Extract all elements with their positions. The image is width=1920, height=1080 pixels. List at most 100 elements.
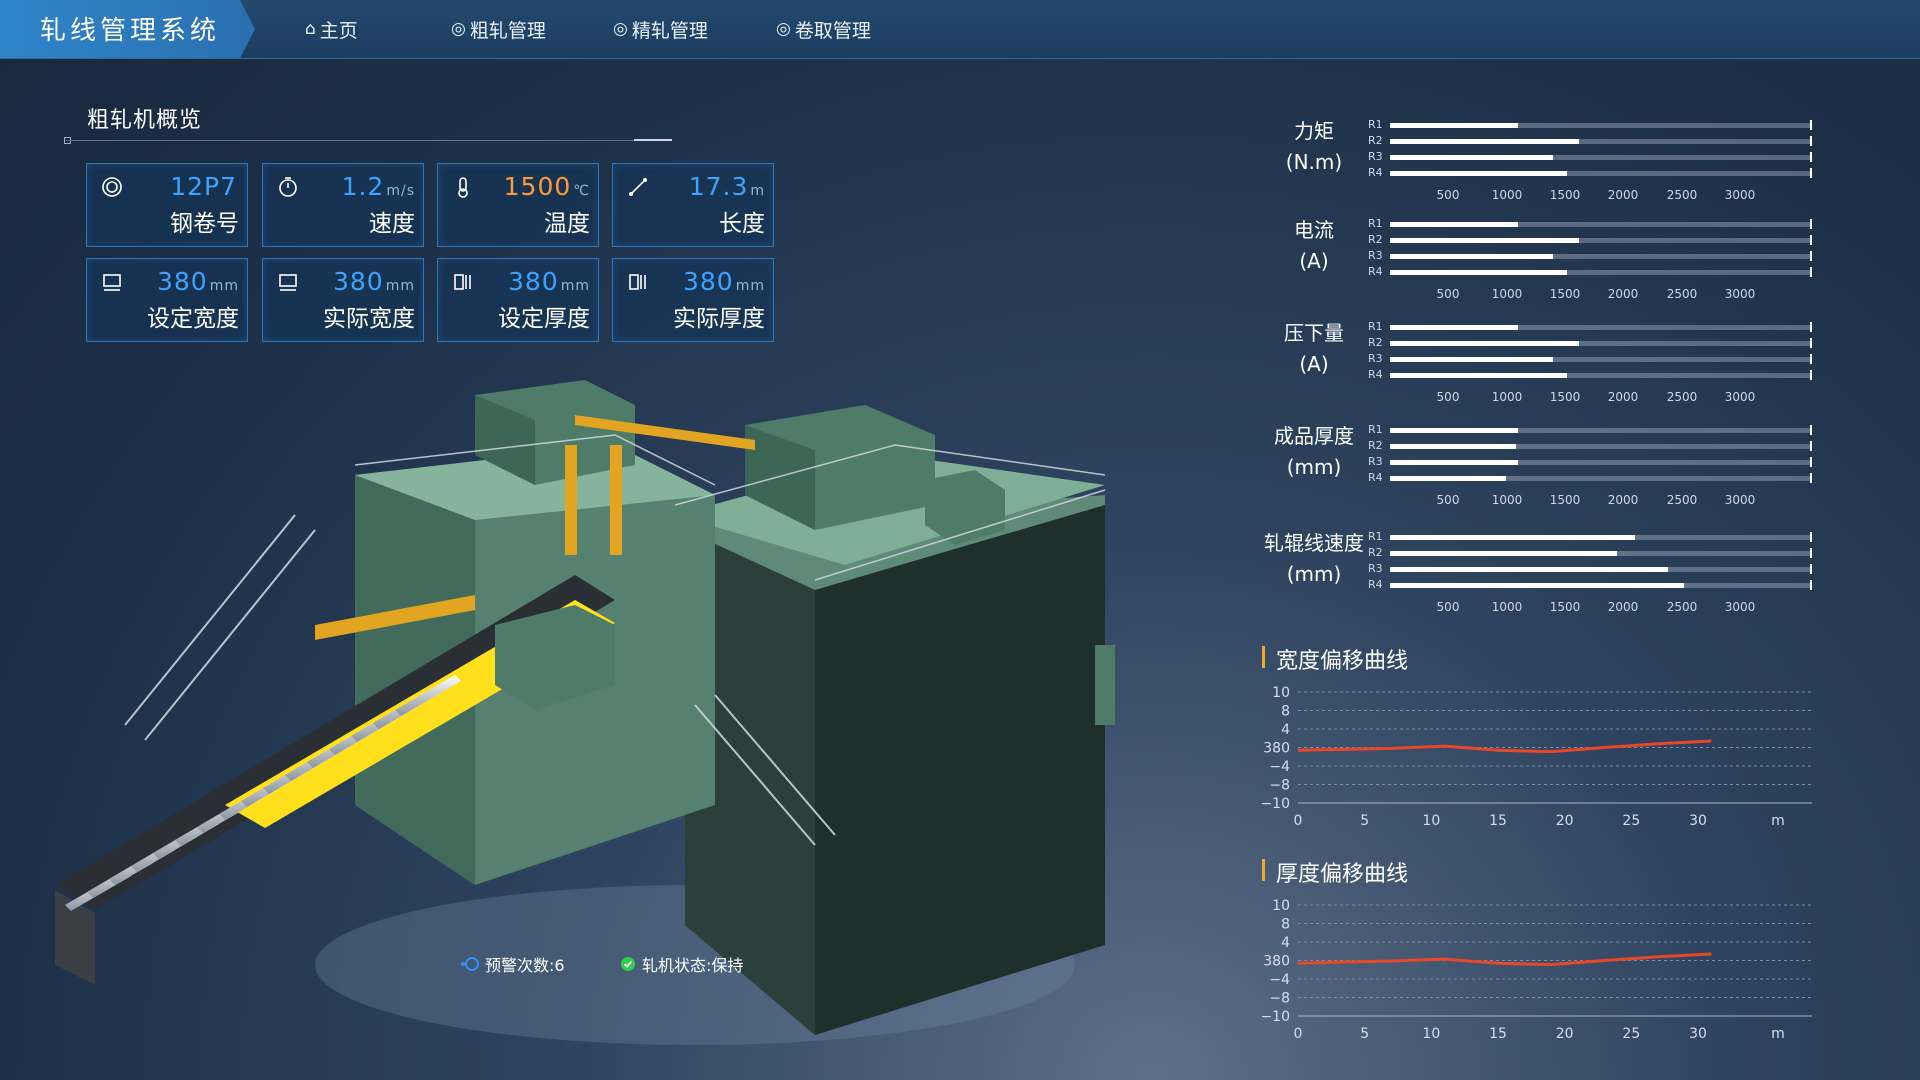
- bar-fill: [1390, 460, 1518, 465]
- overview-title: 粗轧机概览: [87, 108, 203, 133]
- bar-row: R1: [1368, 217, 1828, 231]
- bar-fill: [1390, 155, 1553, 160]
- bar-category: R4: [1368, 368, 1383, 381]
- bar-row: R3: [1368, 562, 1828, 576]
- bar-end-marker: [1810, 152, 1812, 162]
- bar-row: R2: [1368, 546, 1828, 560]
- card-value: 380 mm: [333, 267, 415, 296]
- overview-card-2: 1500 ℃ 温度: [437, 163, 599, 247]
- bar-chart-title: 压下量 (A): [1284, 321, 1344, 376]
- bar-chart-1: 电流 (A) R1 R2 R3 R4 500 1000 1500 2000 2500 3000: [1260, 215, 1820, 315]
- card-label: 实际宽度: [323, 306, 415, 332]
- bar-category: R1: [1368, 118, 1383, 131]
- bar-tick-label: 2000: [1607, 600, 1639, 614]
- bar-fill: [1390, 270, 1567, 275]
- bar-tick-label: 1000: [1491, 493, 1523, 507]
- x-tick-label: 10: [1422, 1026, 1440, 1042]
- bar-tick-label: 1000: [1491, 287, 1523, 301]
- card-label: 设定厚度: [498, 306, 590, 332]
- bar-end-marker: [1810, 120, 1812, 130]
- y-tick-label: 10: [1272, 685, 1290, 701]
- bar-end-marker: [1810, 322, 1812, 332]
- warning-dot-icon: [461, 957, 479, 971]
- bar-fill: [1390, 139, 1579, 144]
- bar-row: R4: [1368, 265, 1828, 279]
- nav-finish-rolling-label: 精轧管理: [631, 19, 708, 42]
- bar-category: R3: [1368, 249, 1383, 262]
- bar-tick-label: 1500: [1549, 188, 1581, 202]
- card-value: 1.2 m/s: [341, 172, 415, 201]
- bar-fill: [1390, 238, 1579, 243]
- stopwatch-icon: [279, 177, 297, 197]
- overview-card-0: 12P7 钢卷号: [86, 163, 248, 247]
- bar-tick-label: 500: [1436, 493, 1460, 507]
- bar-tick-label: 3000: [1724, 188, 1756, 202]
- bar-category: R2: [1368, 336, 1383, 349]
- y-tick-label: −10: [1262, 796, 1290, 812]
- bar-end-marker: [1810, 580, 1812, 590]
- thickness-offset-title: 厚度偏移曲线: [1262, 856, 1408, 888]
- check-circle-icon: [621, 957, 635, 971]
- bar-category: R4: [1368, 471, 1383, 484]
- x-tick-label: 30: [1689, 1026, 1707, 1042]
- overview-card-6: 380 mm 设定厚度: [437, 258, 599, 342]
- bar-end-marker: [1810, 370, 1812, 380]
- bar-tick-label: 2000: [1607, 188, 1639, 202]
- x-tick-label: 0: [1294, 813, 1303, 829]
- x-tick-label: 25: [1622, 813, 1640, 829]
- bar-end-marker: [1810, 425, 1812, 435]
- finish-rolling-icon: ◎: [613, 19, 628, 39]
- bar-category: R3: [1368, 562, 1383, 575]
- nav-rough-rolling[interactable]: ◎ 粗轧管理: [451, 0, 546, 58]
- bar-chart-title: 力矩 (N.m): [1285, 119, 1343, 174]
- bar-category: R2: [1368, 233, 1383, 246]
- coil-icon: [102, 177, 122, 197]
- mill-state-text: 轧机状态:保持: [642, 956, 744, 975]
- bar-tick-label: 500: [1436, 390, 1460, 404]
- thickness-offset-chart: 10 8 4 380 −4 −8 −100 5 10 15 20 25 30 m: [1262, 898, 1812, 1042]
- bar-fill: [1390, 357, 1553, 362]
- overview-card-4: 380 mm 设定宽度: [86, 258, 248, 342]
- card-value: 17.3 m: [688, 172, 765, 201]
- thickness-icon: [454, 274, 471, 290]
- bar-tick-label: 3000: [1724, 287, 1756, 301]
- bar-fill: [1390, 325, 1518, 330]
- y-tick-label: 8: [1281, 704, 1290, 720]
- x-tick-label: 30: [1689, 813, 1707, 829]
- bar-chart-title: 成品厚度 (mm): [1274, 424, 1354, 479]
- card-value: 380 mm: [683, 267, 765, 296]
- bar-row: R3: [1368, 455, 1828, 469]
- card-label: 温度: [544, 211, 590, 237]
- bar-fill: [1390, 341, 1579, 346]
- bar-end-marker: [1810, 354, 1812, 364]
- width-icon: [279, 274, 297, 291]
- card-value: 1500 ℃: [503, 172, 590, 201]
- bar-row: R2: [1368, 134, 1828, 148]
- top-bar: 轧线管理系统 ⌂ 主页 ◎ 粗轧管理 ◎ 精轧管理 ◎ 卷取管理: [0, 0, 1920, 59]
- home-icon: ⌂: [305, 19, 316, 39]
- bar-chart-0: 力矩 (N.m) R1 R2 R3 R4 500 1000 1500 2000 2500 3000: [1260, 116, 1820, 216]
- y-tick-label: 10: [1272, 898, 1290, 914]
- bar-category: R1: [1368, 530, 1383, 543]
- bar-fill: [1390, 222, 1518, 227]
- bar-end-marker: [1810, 532, 1812, 542]
- x-tick-label: 15: [1489, 813, 1507, 829]
- bar-fill: [1390, 535, 1635, 540]
- nav-finish-rolling[interactable]: ◎ 精轧管理: [613, 0, 708, 58]
- bar-tick-label: 2500: [1666, 390, 1698, 404]
- card-label: 设定宽度: [147, 306, 239, 332]
- bar-tick-label: 3000: [1724, 600, 1756, 614]
- x-tick-label: 0: [1294, 1026, 1303, 1042]
- card-label: 速度: [369, 211, 415, 237]
- bar-category: R1: [1368, 423, 1383, 436]
- width-icon: [103, 274, 121, 291]
- bar-end-marker: [1810, 251, 1812, 261]
- nav-coiling[interactable]: ◎ 卷取管理: [776, 0, 871, 58]
- bar-fill: [1390, 551, 1617, 556]
- nav-home[interactable]: ⌂ 主页: [305, 0, 358, 58]
- warning-count: 预警次数:6: [459, 952, 565, 976]
- x-tick-label: 25: [1622, 1026, 1640, 1042]
- bar-category: R1: [1368, 320, 1383, 333]
- bar-tick-label: 1500: [1549, 600, 1581, 614]
- bar-fill: [1390, 444, 1516, 449]
